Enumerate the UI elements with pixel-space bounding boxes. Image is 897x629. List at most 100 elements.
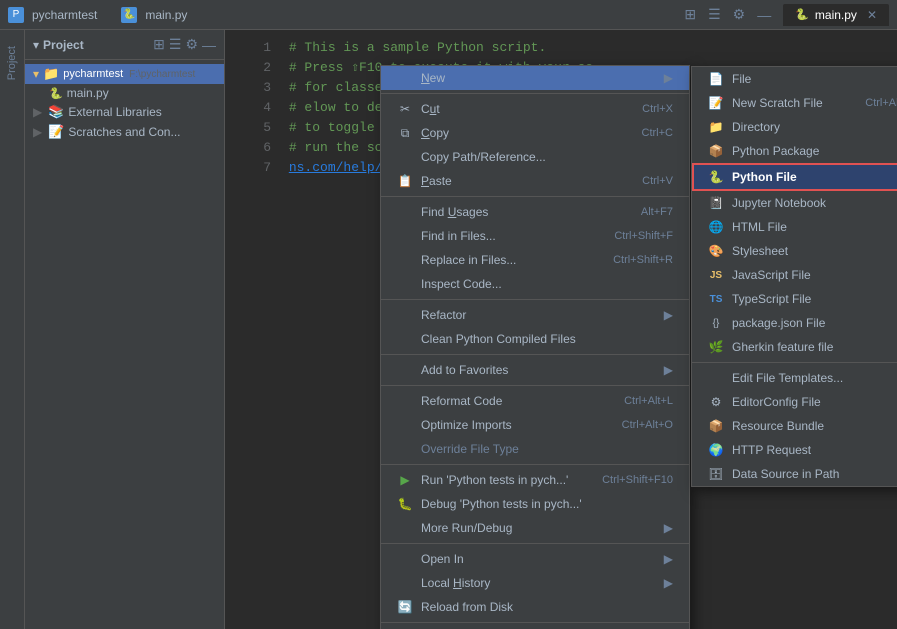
submenu-stylesheet[interactable]: 🎨 Stylesheet <box>692 239 897 263</box>
submenu-python-file[interactable]: 🐍 Python File <box>692 163 897 191</box>
pkgjson-icon: {} <box>708 315 724 331</box>
submenu-ts[interactable]: TS TypeScript File <box>692 287 897 311</box>
find-usages-shortcut: Alt+F7 <box>641 206 673 218</box>
list-icon[interactable]: ☰ <box>708 6 721 23</box>
project-header: ▾ Project ⊞ ☰ ⚙ — <box>25 30 224 60</box>
submenu-editorconfig[interactable]: ⚙ EditorConfig File <box>692 390 897 414</box>
replace-icon <box>397 252 413 268</box>
minimize-icon[interactable]: — <box>757 7 771 23</box>
menu-item-find-in-files[interactable]: Find in Files... Ctrl+Shift+F <box>381 224 689 248</box>
tree-item-extlibs[interactable]: ▶ 📚 External Libraries <box>25 102 224 122</box>
new-label: New <box>421 71 445 85</box>
resource-label: Resource Bundle <box>732 419 824 433</box>
menu-item-more-run[interactable]: More Run/Debug ▶ <box>381 516 689 540</box>
tree-root[interactable]: ▾ 📁 pycharmtest F:\pycharmtest <box>25 64 224 84</box>
sep-7 <box>381 543 689 544</box>
scratches-arrow: ▶ <box>33 125 42 139</box>
menu-item-reload[interactable]: 🔄 Reload from Disk <box>381 595 689 619</box>
editorconfig-label: EditorConfig File <box>732 395 821 409</box>
code-comment-1: # This is a sample Python script. <box>289 40 546 55</box>
tab-close-icon[interactable]: ✕ <box>867 8 877 22</box>
jupyter-icon: 📓 <box>708 195 724 211</box>
menu-item-clean-python[interactable]: Clean Python Compiled Files <box>381 327 689 351</box>
submenu-html[interactable]: 🌐 HTML File <box>692 215 897 239</box>
run-label: Run 'Python tests in pych...' <box>421 473 568 487</box>
sep-5 <box>381 385 689 386</box>
tree-item-mainpy[interactable]: 🐍 main.py <box>25 84 224 102</box>
submenu-package-json[interactable]: {} package.json File <box>692 311 897 335</box>
submenu-http-request[interactable]: 🌍 HTTP Request <box>692 438 897 462</box>
menu-item-find-usages[interactable]: Find Usages Alt+F7 <box>381 200 689 224</box>
submenu-resource-bundle[interactable]: 📦 Resource Bundle <box>692 414 897 438</box>
tree-item-scratches[interactable]: ▶ 📝 Scratches and Con... <box>25 122 224 142</box>
menu-item-copy[interactable]: ⧉ Copy Ctrl+C <box>381 121 689 145</box>
submenu-sep-1 <box>692 362 897 363</box>
html-label: HTML File <box>732 220 787 234</box>
project-toolbar: ⊞ ☰ ⚙ — <box>153 36 216 53</box>
refactor-label: Refactor <box>421 308 466 322</box>
resource-icon: 📦 <box>708 418 724 434</box>
toolbar-icon-1[interactable]: ⊞ <box>153 36 165 53</box>
menu-item-reformat-code[interactable]: Reformat Code Ctrl+Alt+L <box>381 389 689 413</box>
css-label: Stylesheet <box>732 244 788 258</box>
pkgjson-label: package.json File <box>732 316 825 330</box>
app-icon: P <box>8 7 24 23</box>
paste-shortcut: Ctrl+V <box>642 175 673 187</box>
mainpy-label: main.py <box>67 86 109 100</box>
submenu-jupyter[interactable]: 📓 Jupyter Notebook <box>692 191 897 215</box>
debug-label: Debug 'Python tests in pych...' <box>421 497 582 511</box>
menu-item-paste[interactable]: 📋 Paste Ctrl+V <box>381 169 689 193</box>
submenu-directory[interactable]: 📁 Directory <box>692 115 897 139</box>
menu-item-replace-in-files[interactable]: Replace in Files... Ctrl+Shift+R <box>381 248 689 272</box>
project-sidebar-tab[interactable]: Project <box>2 38 22 88</box>
menu-item-add-favorites[interactable]: Add to Favorites ▶ <box>381 358 689 382</box>
menu-item-open-in[interactable]: Open In ▶ <box>381 547 689 571</box>
copy-path-icon <box>397 149 413 165</box>
menu-item-refactor[interactable]: Refactor ▶ <box>381 303 689 327</box>
find-in-files-shortcut: Ctrl+Shift+F <box>614 230 673 242</box>
scratch-label: New Scratch File <box>732 96 823 110</box>
menu-item-optimize-imports[interactable]: Optimize Imports Ctrl+Alt+O <box>381 413 689 437</box>
submenu-js[interactable]: JS JavaScript File <box>692 263 897 287</box>
scratch-icon: 📝 <box>708 95 724 111</box>
html-icon: 🌐 <box>708 219 724 235</box>
line-number-2: 2 <box>241 58 271 78</box>
main-tab[interactable]: 🐍 main.py ✕ <box>783 4 889 26</box>
menu-item-override-type: Override File Type <box>381 437 689 461</box>
toolbar-icon-2[interactable]: ☰ <box>169 36 182 53</box>
more-run-arrow: ▶ <box>664 521 673 535</box>
menu-item-cut[interactable]: ✂ Cut Ctrl+X <box>381 97 689 121</box>
clean-icon <box>397 331 413 347</box>
layout-icon[interactable]: ⊞ <box>684 6 696 23</box>
datasource-label: Data Source in Path <box>732 467 839 481</box>
find-usages-label: Find Usages <box>421 205 488 219</box>
run-shortcut: Ctrl+Shift+F10 <box>602 474 673 486</box>
open-in-icon <box>397 551 413 567</box>
submenu-gherkin[interactable]: 🌿 Gherkin feature file <box>692 335 897 359</box>
toolbar-icon-minimize[interactable]: — <box>202 37 216 53</box>
paste-label: Paste <box>421 174 452 188</box>
menu-item-copy-path[interactable]: Copy Path/Reference... <box>381 145 689 169</box>
toolbar-icon-settings[interactable]: ⚙ <box>185 36 198 53</box>
settings-icon[interactable]: ⚙ <box>733 6 746 23</box>
js-icon: JS <box>708 267 724 283</box>
line-number-3: 3 <box>241 78 271 98</box>
submenu-data-source[interactable]: 🗄 Data Source in Path <box>692 462 897 486</box>
menu-item-new[interactable]: New ▶ <box>381 66 689 90</box>
menu-item-inspect-code[interactable]: Inspect Code... <box>381 272 689 296</box>
folder-icon-root: 📁 <box>43 66 59 82</box>
menu-item-local-history[interactable]: Local History ▶ <box>381 571 689 595</box>
more-run-icon <box>397 520 413 536</box>
copy-icon: ⧉ <box>397 125 413 141</box>
menu-item-debug[interactable]: 🐛 Debug 'Python tests in pych...' <box>381 492 689 516</box>
submenu-file[interactable]: 📄 File <box>692 67 897 91</box>
submenu-python-package[interactable]: 📦 Python Package <box>692 139 897 163</box>
title-bar: P pycharmtest 🐍 main.py ⊞ ☰ ⚙ — 🐍 main.p… <box>0 0 897 30</box>
scratches-label: Scratches and Con... <box>68 125 180 139</box>
menu-item-run[interactable]: ▶ Run 'Python tests in pych...' Ctrl+Shi… <box>381 468 689 492</box>
find-usages-icon <box>397 204 413 220</box>
optimize-icon <box>397 417 413 433</box>
submenu-edit-templates[interactable]: Edit File Templates... <box>692 366 897 390</box>
app-name: pycharmtest <box>32 8 97 22</box>
submenu-new-scratch[interactable]: 📝 New Scratch File Ctrl+Alt+Shift+Insert <box>692 91 897 115</box>
